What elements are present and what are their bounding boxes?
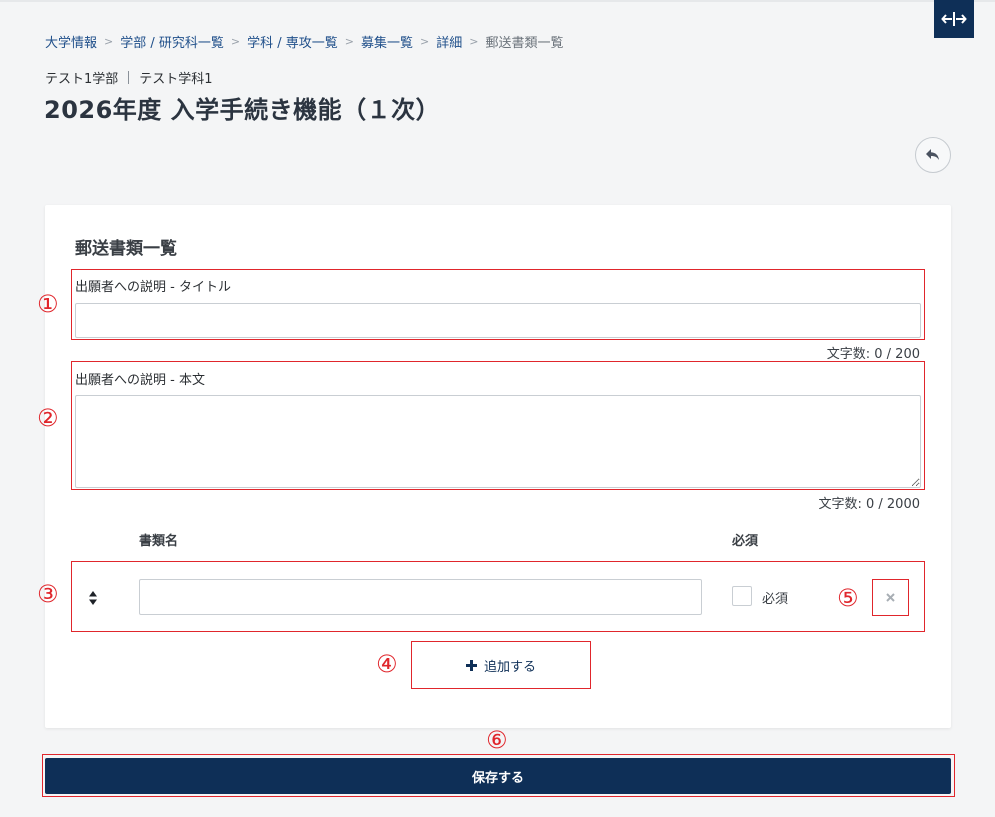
- back-button[interactable]: [915, 137, 951, 173]
- faculty-name: テスト1学部: [45, 72, 119, 87]
- annotation-marker-3: ③: [37, 580, 59, 608]
- breadcrumb-separator: >: [230, 35, 241, 48]
- title-char-counter: 文字数: 0 / 200: [826, 347, 920, 362]
- section-title: 郵送書類一覧: [75, 239, 177, 259]
- add-document-button[interactable]: 追加する: [411, 641, 591, 689]
- breadcrumb-link-recruitment-list[interactable]: 募集一覧: [361, 32, 413, 51]
- top-border: [0, 0, 995, 2]
- body-field-label: 出願者への説明 - 本文: [75, 373, 205, 388]
- breadcrumb-separator: >: [104, 35, 114, 48]
- body-textarea[interactable]: [75, 395, 921, 488]
- undo-arrow-icon: [926, 149, 939, 160]
- column-header-required: 必須: [732, 534, 759, 549]
- expand-horizontal-icon: [941, 12, 967, 26]
- breadcrumb-separator: >: [420, 35, 430, 48]
- title-input[interactable]: [75, 303, 921, 338]
- annotation-marker-5: ⑤: [837, 584, 859, 612]
- breadcrumb-separator: >: [344, 35, 354, 48]
- body-char-counter: 文字数: 0 / 2000: [818, 497, 920, 512]
- annotation-marker-6: ⑥: [486, 726, 508, 754]
- column-header-document-name: 書類名: [139, 534, 179, 549]
- required-checkbox[interactable]: [732, 586, 752, 606]
- department-name: テスト学科1: [139, 72, 213, 87]
- expand-button[interactable]: [934, 0, 974, 38]
- close-icon: [886, 593, 895, 602]
- sort-icon[interactable]: [88, 590, 98, 606]
- plus-icon: [465, 659, 477, 671]
- document-name-input[interactable]: [139, 579, 702, 615]
- title-field-label: 出願者への説明 - タイトル: [75, 280, 231, 295]
- save-button-label: 保存する: [471, 770, 524, 786]
- breadcrumb-link-university-info[interactable]: 大学情報: [45, 32, 97, 51]
- add-button-label: 追加する: [483, 659, 536, 675]
- required-checkbox-label: 必須: [762, 592, 789, 607]
- breadcrumb-separator: >: [469, 35, 479, 48]
- breadcrumb-link-detail[interactable]: 詳細: [436, 32, 462, 51]
- save-button[interactable]: 保存する: [45, 758, 951, 794]
- faculty-department-line: テスト1学部 テスト学科1: [45, 68, 213, 87]
- breadcrumb-current: 郵送書類一覧: [485, 36, 564, 51]
- page-title: 2026年度 入学手続き機能（１次）: [44, 96, 441, 124]
- breadcrumb-link-department-list[interactable]: 学科 / 専攻一覧: [247, 32, 338, 51]
- delete-row-button[interactable]: [872, 579, 909, 616]
- divider: [128, 71, 130, 84]
- annotation-marker-4: ④: [376, 650, 398, 678]
- annotation-marker-1: ①: [37, 290, 59, 318]
- annotation-marker-2: ②: [37, 404, 59, 432]
- breadcrumb-link-faculty-list[interactable]: 学部 / 研究科一覧: [120, 32, 224, 51]
- breadcrumb: 大学情報 > 学部 / 研究科一覧 > 学科 / 専攻一覧 > 募集一覧 > 詳…: [45, 32, 563, 51]
